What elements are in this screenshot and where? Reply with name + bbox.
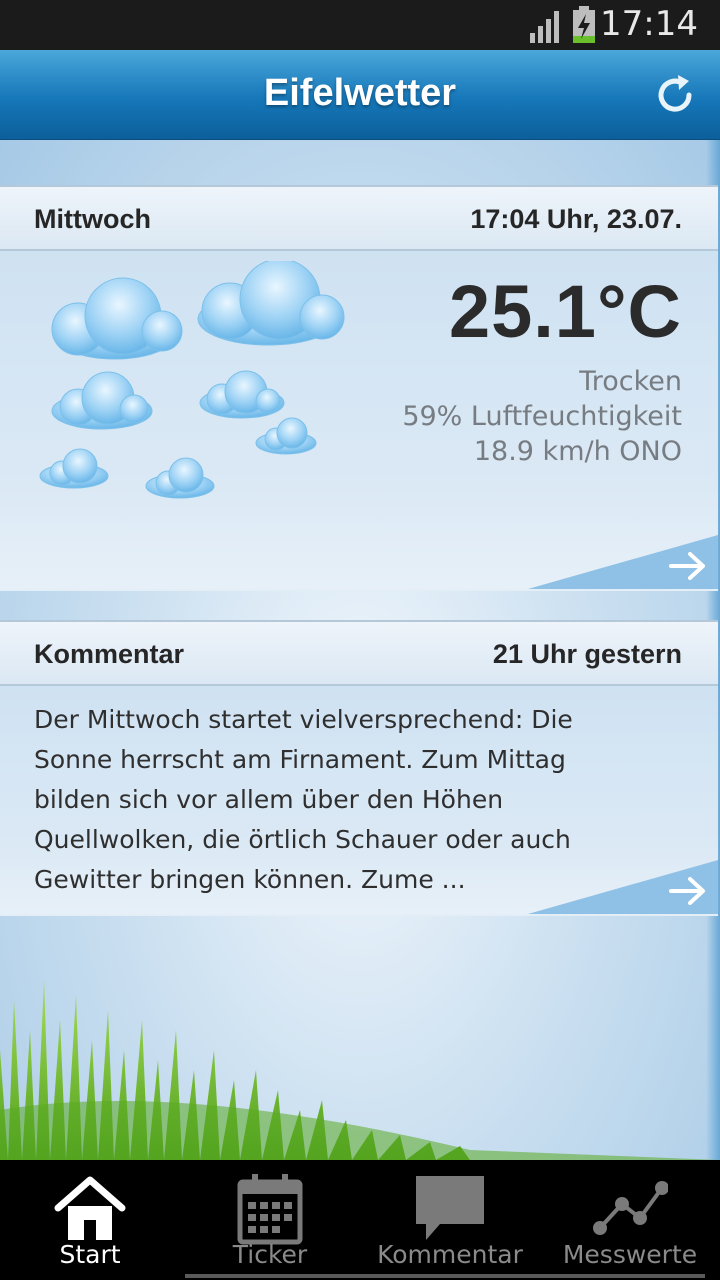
weather-card[interactable]: 25.1°C Trocken 59% Luftfeuchtigkeit 18.9… <box>0 251 718 591</box>
nav-divider <box>185 1274 705 1278</box>
signal-icon <box>530 11 559 43</box>
status-bar: 17:14 <box>0 0 720 50</box>
nav-label: Kommentar <box>377 1240 523 1269</box>
battery-icon <box>573 6 595 43</box>
wind: 18.9 km/h ONO <box>473 436 682 467</box>
weather-condition: Trocken <box>579 366 682 397</box>
home-icon <box>54 1176 126 1240</box>
temperature: 25.1°C <box>448 270 682 353</box>
status-time: 17:14 <box>600 4 698 44</box>
comment-line: Gewitter bringen können. Zume ... <box>34 865 466 894</box>
comment-line: Der Mittwoch startet vielversprechend: D… <box>34 705 573 734</box>
grass-decoration <box>0 980 720 1160</box>
weather-card-header[interactable]: Mittwoch 17:04 Uhr, 23.07. <box>0 185 718 251</box>
weather-day: Mittwoch <box>34 204 151 234</box>
refresh-icon[interactable] <box>652 72 698 118</box>
speech-bubble-icon <box>416 1176 484 1240</box>
nav-kommentar[interactable]: Kommentar <box>360 1160 540 1280</box>
action-bar: Eifelwetter <box>0 50 720 140</box>
comment-title: Kommentar <box>34 639 185 669</box>
comment-text: Der Mittwoch startet vielversprechend: D… <box>34 700 574 900</box>
comment-line: Sonne herrscht am Firnament. Zum Mittag <box>34 745 566 774</box>
nav-start[interactable]: Start <box>0 1160 180 1280</box>
content-area: Mittwoch 17:04 Uhr, 23.07. 25.1°C Trocke… <box>0 140 720 1160</box>
comment-time: 21 Uhr gestern <box>492 639 682 669</box>
arrow-right-icon[interactable] <box>668 874 708 908</box>
clouds-icon <box>39 261 345 499</box>
comment-line: bilden sich vor allem über den Höhen <box>34 785 504 814</box>
nav-ticker[interactable]: Ticker <box>180 1160 360 1280</box>
humidity: 59% Luftfeuchtigkeit <box>402 401 682 432</box>
nav-label: Messwerte <box>562 1240 698 1269</box>
nav-label: Start <box>59 1240 121 1269</box>
nav-label: Ticker <box>232 1240 308 1269</box>
calendar-icon <box>237 1174 303 1245</box>
graph-icon <box>593 1181 668 1235</box>
comment-line: Quellwolken, die örtlich Schauer oder au… <box>34 825 571 854</box>
nav-messwerte[interactable]: Messwerte <box>540 1160 720 1280</box>
comment-card-header[interactable]: Kommentar 21 Uhr gestern <box>0 620 718 686</box>
comment-card[interactable]: Der Mittwoch startet vielversprechend: D… <box>0 686 718 916</box>
weather-datetime: 17:04 Uhr, 23.07. <box>470 204 682 234</box>
arrow-right-icon[interactable] <box>668 549 708 583</box>
app-title: Eifelwetter <box>263 72 457 114</box>
bottom-nav: Start Ticker Kommentar Messwerte <box>0 1160 720 1280</box>
